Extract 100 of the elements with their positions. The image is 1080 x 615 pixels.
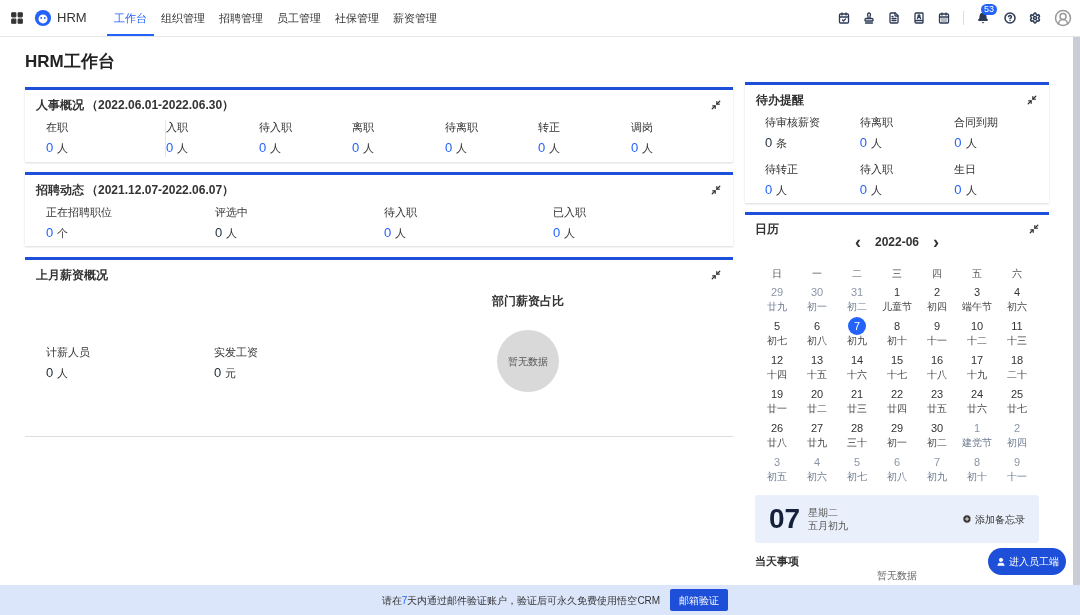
email-verify-button[interactable]: 邮箱验证 [670, 589, 729, 611]
events-title: 当天事项 [755, 554, 799, 569]
calendar-day[interactable]: 5 初七 [757, 317, 797, 347]
calendar-day[interactable]: 7 初九 [837, 317, 877, 347]
calendar-day[interactable]: 11 十三 [997, 317, 1037, 347]
calendar-day[interactable]: 27 廿九 [797, 419, 837, 449]
nav-tab[interactable]: 工作台 [106, 0, 154, 36]
calendar-day[interactable]: 8 初十 [877, 317, 917, 347]
stat-label: 待离职 [445, 120, 478, 135]
stat-label: 待入职 [384, 205, 417, 220]
calendar-day[interactable]: 16 十八 [917, 351, 957, 381]
calendar-day[interactable]: 2 初四 [917, 283, 957, 313]
collapse-icon[interactable] [1029, 224, 1039, 234]
stat-value: 0 [765, 134, 773, 151]
calendar-day[interactable]: 31 初二 [837, 283, 877, 313]
stat-unit: 人 [57, 366, 69, 381]
previous-month-button[interactable]: ‹ [852, 233, 863, 251]
calendar-day[interactable]: 22 廿四 [877, 385, 917, 415]
collapse-icon[interactable] [711, 270, 721, 280]
calendar-day[interactable]: 19 廿一 [757, 385, 797, 415]
calendar-day[interactable]: 1 建党节 [957, 419, 997, 449]
calendar-day[interactable]: 10 十二 [957, 317, 997, 347]
calendar-day[interactable]: 17 十九 [957, 351, 997, 381]
weekday-label: 四 [932, 267, 942, 281]
calendar-day[interactable]: 5 初七 [837, 453, 877, 483]
notice-text: 请在7天内通过邮件验证账户，验证后可永久免费使用悟空CRM [381, 593, 661, 608]
calendar-day[interactable]: 3 初五 [757, 453, 797, 483]
stat-unit: 人 [57, 141, 69, 156]
stat-value: 0 [214, 364, 222, 381]
calendar-day[interactable]: 3 端午节 [957, 283, 997, 313]
stat-label: 待入职 [259, 120, 292, 135]
stat-value: 0 [46, 364, 54, 381]
calendar-day[interactable]: 20 廿二 [797, 385, 837, 415]
stamp-icon[interactable] [863, 12, 875, 24]
collapse-icon[interactable] [711, 185, 721, 195]
collapse-icon[interactable] [711, 100, 721, 110]
stat-value: 0 [859, 180, 867, 198]
calendar-day[interactable]: 29 廿九 [757, 283, 797, 313]
calendar-day[interactable]: 2 初四 [997, 419, 1037, 449]
stat-value: 0 [352, 139, 360, 156]
stat-label: 待转正 [765, 161, 798, 177]
collapse-icon[interactable] [1027, 95, 1037, 105]
nav-tab[interactable]: 组织管理 [153, 0, 212, 36]
settings-icon[interactable] [1029, 12, 1041, 24]
document-icon[interactable] [888, 12, 900, 24]
calendar-day[interactable]: 8 初十 [957, 453, 997, 483]
stat-value: 0 [859, 134, 867, 151]
stat-unit: 人 [642, 141, 654, 156]
notification-icon[interactable] [977, 12, 989, 24]
nav-tab[interactable]: 招聘管理 [211, 0, 270, 36]
calendar-day[interactable]: 26 廿八 [757, 419, 797, 449]
avatar-icon[interactable] [1054, 9, 1072, 27]
calendar-day[interactable]: 4 初六 [997, 283, 1037, 313]
page-title: HRM工作台 [25, 51, 116, 73]
stat-value: 0 [215, 224, 223, 241]
calendar-day[interactable]: 6 初八 [797, 317, 837, 347]
calendar-day[interactable]: 25 廿七 [997, 385, 1037, 415]
stat-label: 实发工资 [214, 345, 258, 360]
stat-value: 0 [954, 180, 962, 198]
calendar-day[interactable]: 30 初一 [797, 283, 837, 313]
stat-unit: 条 [776, 136, 788, 151]
next-month-button[interactable]: › [931, 233, 941, 251]
stat-value: 0 [954, 134, 962, 151]
nav-tab[interactable]: 薪资管理 [385, 0, 444, 36]
calendar-day[interactable]: 29 初一 [877, 419, 917, 449]
scrollbar[interactable] [1073, 37, 1080, 585]
calendar-day[interactable]: 14 十六 [837, 351, 877, 381]
calendar-icon[interactable] [938, 12, 950, 24]
calendar-day[interactable]: 30 初二 [917, 419, 957, 449]
stat-value: 0 [259, 139, 267, 156]
help-icon[interactable] [1004, 12, 1016, 24]
stat-label: 已入职 [553, 205, 586, 220]
calendar-day[interactable]: 7 初九 [917, 453, 957, 483]
stat-value: 0 [384, 224, 392, 241]
stat-unit: 人 [549, 141, 561, 156]
person-icon [995, 556, 1006, 567]
nav-tab[interactable]: 员工管理 [269, 0, 328, 36]
calendar-day[interactable]: 18 二十 [997, 351, 1037, 381]
calendar-check-icon[interactable] [838, 12, 850, 24]
calendar-day[interactable]: 23 廿五 [917, 385, 957, 415]
contact-book-icon[interactable] [913, 12, 925, 24]
apps-icon[interactable] [10, 11, 24, 25]
calendar-day[interactable]: 15 十七 [877, 351, 917, 381]
stat-unit: 人 [564, 226, 576, 241]
card-period: （2022.06.01-2022.06.30） [86, 97, 235, 114]
calendar-day[interactable]: 9 十一 [997, 453, 1037, 483]
nav-tab[interactable]: 社保管理 [327, 0, 386, 36]
card-period: （2021.12.07-2022.06.07） [86, 182, 235, 199]
stat-label: 正在招聘职位 [46, 205, 112, 220]
calendar-day[interactable]: 1 儿童节 [877, 283, 917, 313]
add-memo-button[interactable]: 添加备忘录 [962, 511, 1025, 527]
calendar-day[interactable]: 9 十一 [917, 317, 957, 347]
employee-portal-button[interactable]: 进入员工端 [988, 548, 1066, 575]
calendar-day[interactable]: 24 廿六 [957, 385, 997, 415]
calendar-day[interactable]: 28 三十 [837, 419, 877, 449]
calendar-day[interactable]: 12 十四 [757, 351, 797, 381]
calendar-day[interactable]: 13 十五 [797, 351, 837, 381]
calendar-day[interactable]: 6 初八 [877, 453, 917, 483]
calendar-day[interactable]: 21 廿三 [837, 385, 877, 415]
calendar-day[interactable]: 4 初六 [797, 453, 837, 483]
